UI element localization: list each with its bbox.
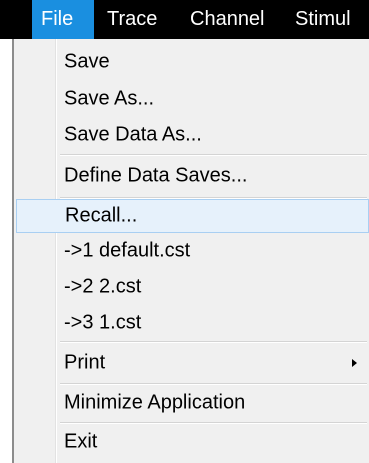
menu-item-label: Save [64,50,110,73]
menu-channel[interactable]: Channel [190,0,265,39]
menu-item-minimize-application[interactable]: Minimize Application [16,385,369,421]
menu-item-label: ->3 1.cst [64,311,142,334]
menu-item-exit[interactable]: Exit [16,424,369,460]
menu-bar: File Trace Channel Stimul [0,0,369,39]
menu-item-save-data-as[interactable]: Save Data As... [16,117,369,153]
window-edge [0,39,12,463]
menu-item-recent-3[interactable]: ->3 1.cst [16,305,369,341]
menu-item-recent-2[interactable]: ->2 2.cst [16,269,369,305]
menu-item-label: ->1 default.cst [64,239,191,262]
menu-file[interactable]: File [32,0,94,39]
menu-stimulus[interactable]: Stimul [295,0,351,39]
menu-item-save[interactable]: Save [16,43,369,81]
menu-trace[interactable]: Trace [107,0,157,39]
menu-item-save-as[interactable]: Save As... [16,81,369,117]
menu-item-print[interactable]: Print [16,343,369,383]
menu-item-recall[interactable]: Recall... [16,199,369,233]
menu-item-label: Minimize Application [64,391,246,414]
menu-item-label: Define Data Saves... [64,164,248,187]
menu-item-label: Exit [64,430,98,453]
menu-item-label: Recall... [65,204,138,227]
menu-item-label: Save As... [64,87,155,110]
menu-item-label: Save Data As... [64,123,202,146]
menu-item-label: ->2 2.cst [64,275,142,298]
menu-item-label: Print [64,351,106,374]
submenu-arrow-icon [352,359,357,367]
menu-item-define-data-saves[interactable]: Define Data Saves... [16,156,369,196]
file-dropdown-menu: Save Save As... Save Data As... Define D… [12,39,369,463]
menu-item-recent-1[interactable]: ->1 default.cst [16,233,369,269]
